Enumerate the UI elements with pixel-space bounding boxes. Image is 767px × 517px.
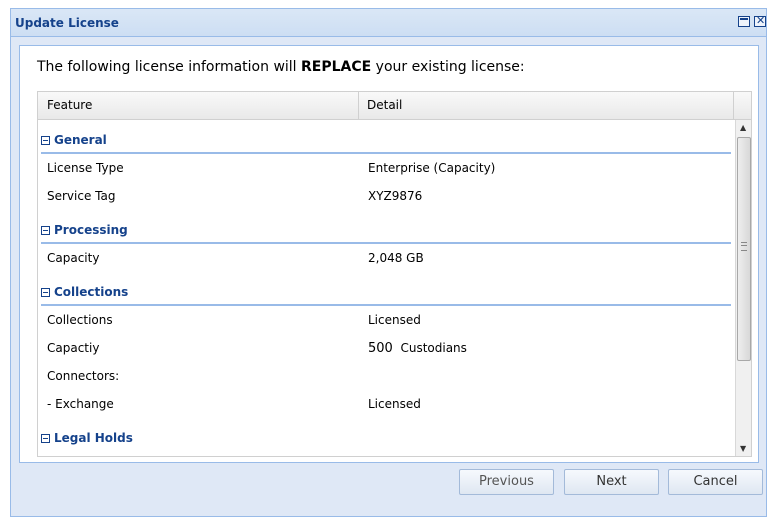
feature-cell: Capacity <box>47 251 100 265</box>
group-label: Legal Holds <box>54 431 133 445</box>
table-row[interactable]: - Exchange Licensed <box>38 390 734 418</box>
feature-cell: Collections <box>47 313 113 327</box>
dialog-body: The following license information will R… <box>19 45 759 463</box>
collapse-icon[interactable] <box>41 434 50 443</box>
feature-cell: - Exchange <box>47 397 114 411</box>
group-label: Collections <box>54 285 129 299</box>
dialog-title: Update License <box>15 16 119 30</box>
table-row[interactable]: Capacity 2,048 GB <box>38 244 734 272</box>
feature-cell: Service Tag <box>47 189 116 203</box>
next-label: Next <box>596 474 627 489</box>
previous-label: Previous <box>479 474 534 489</box>
detail-cell: Enterprise (Capacity) <box>368 161 496 175</box>
close-icon[interactable]: ✕ <box>754 14 766 27</box>
table-row[interactable]: Service Tag XYZ9876 <box>38 182 734 210</box>
next-button[interactable]: Next <box>564 469 659 495</box>
detail-cell: Licensed <box>368 313 421 327</box>
group-collections[interactable]: Collections <box>38 272 734 306</box>
grid-rows: General License Type Enterprise (Capacit… <box>38 120 734 456</box>
vertical-scrollbar[interactable]: ▲ ▼ <box>735 120 751 456</box>
detail-cell: 500 Custodians <box>368 334 467 363</box>
detail-cell: Licensed <box>368 397 421 411</box>
detail-unit: Custodians <box>400 341 467 355</box>
scroll-thumb[interactable] <box>737 137 751 361</box>
collapse-icon[interactable] <box>41 288 50 297</box>
feature-cell: Connectors: <box>47 369 120 383</box>
group-general[interactable]: General <box>38 120 734 154</box>
grid-header: Feature Detail <box>38 92 751 120</box>
dialog-titlebar[interactable]: Update License ✕ <box>11 9 766 37</box>
table-row[interactable]: Capactiy 500 Custodians <box>38 334 734 362</box>
table-row[interactable]: Connectors: <box>38 362 734 390</box>
intro-emphasis: REPLACE <box>301 59 372 75</box>
intro-text: The following license information will R… <box>37 59 525 75</box>
table-row[interactable]: License Type Enterprise (Capacity) <box>38 154 734 182</box>
detail-cell: 2,048 GB <box>368 251 424 265</box>
column-header-feature[interactable]: Feature <box>38 92 359 119</box>
feature-cell: License Type <box>47 161 124 175</box>
table-row[interactable]: Collections Licensed <box>38 306 734 334</box>
feature-cell: Capactiy <box>47 341 100 355</box>
intro-after: your existing license: <box>371 59 525 75</box>
cancel-button[interactable]: Cancel <box>668 469 763 495</box>
previous-button[interactable]: Previous <box>459 469 554 495</box>
maximize-icon[interactable] <box>738 16 750 27</box>
close-glyph: ✕ <box>756 14 766 27</box>
column-header-detail[interactable]: Detail <box>359 92 734 119</box>
detail-number: 500 <box>368 341 393 356</box>
cancel-label: Cancel <box>693 474 738 489</box>
license-grid: Feature Detail General License Type Ente… <box>37 91 752 457</box>
group-legal-holds[interactable]: Legal Holds <box>38 418 734 452</box>
intro-before: The following license information will <box>37 59 302 75</box>
scroll-down-icon[interactable]: ▼ <box>740 444 746 453</box>
collapse-icon[interactable] <box>41 136 50 145</box>
scroll-up-icon[interactable]: ▲ <box>740 123 746 132</box>
group-processing[interactable]: Processing <box>38 210 734 244</box>
group-label: General <box>54 133 107 147</box>
grip-icon <box>741 242 747 251</box>
update-license-dialog: Update License ✕ The following license i… <box>10 8 767 517</box>
collapse-icon[interactable] <box>41 226 50 235</box>
group-label: Processing <box>54 223 128 237</box>
detail-cell: XYZ9876 <box>368 189 423 203</box>
